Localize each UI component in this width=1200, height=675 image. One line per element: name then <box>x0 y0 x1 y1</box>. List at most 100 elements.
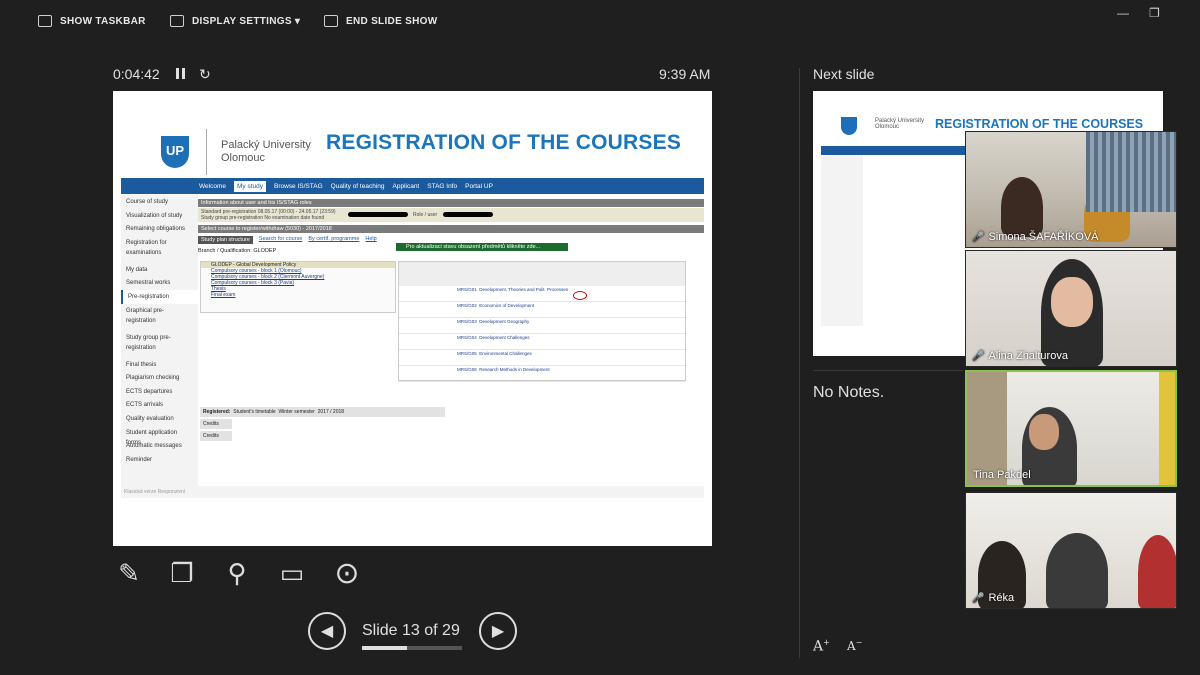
university-name: Palacký University Olomouc <box>875 118 925 130</box>
nav-browse: Browse IS/STAG <box>274 182 323 190</box>
sidebar-item: Course of study <box>126 199 169 205</box>
top-toolbar: SHOW TASKBAR DISPLAY SETTINGS ▾ END SLID… <box>0 0 1200 42</box>
next-slide-title: REGISTRATION OF THE COURSES <box>935 117 1144 131</box>
increase-font-button[interactable]: A+ <box>813 638 830 655</box>
participant-video <box>1001 177 1043 237</box>
zoom-icon[interactable]: ⚲ <box>220 556 254 590</box>
slide-progress <box>362 646 462 650</box>
window-blinds <box>1086 132 1176 212</box>
redaction <box>443 212 493 217</box>
video-tile[interactable]: 🎤 Réka <box>965 492 1177 609</box>
video-tile-active-speaker[interactable]: Tina Pakdel <box>965 370 1177 487</box>
next-slide-label: Next slide <box>813 66 875 82</box>
participant-face <box>1029 414 1059 450</box>
restart-timer-icon[interactable]: ↻ <box>199 66 211 83</box>
university-logo-icon: UP <box>161 136 189 168</box>
tab-certif: By certif. programme <box>308 236 360 242</box>
nav-portal: Portal UP <box>465 182 493 190</box>
taskbar-icon <box>38 15 52 27</box>
display-icon <box>170 15 184 27</box>
chevron-left-icon: ◀ <box>320 623 334 640</box>
display-settings-label: DISPLAY SETTINGS ▾ <box>192 15 301 27</box>
sidebar-item: Study group pre-registration <box>126 334 171 351</box>
sidebar-item: Reminder <box>126 456 153 463</box>
sidebar-item: Quality evaluation <box>126 415 174 422</box>
end-slide-show-button[interactable]: END SLIDE SHOW <box>324 15 437 27</box>
show-taskbar-button[interactable]: SHOW TASKBAR <box>38 15 146 27</box>
sidebar-item: ECTS departures <box>126 388 173 395</box>
end-slide-show-label: END SLIDE SHOW <box>346 15 438 27</box>
participant-name-tag: 🎤 Simona ŠAFAŘÍKOVÁ <box>972 231 1099 243</box>
more-options-icon[interactable]: ⊙ <box>330 556 364 590</box>
display-settings-button[interactable]: DISPLAY SETTINGS ▾ <box>170 15 300 27</box>
see-all-slides-icon[interactable]: ❐ <box>165 556 199 590</box>
sidebar-item-pre-registration: Pre-registration <box>121 289 198 304</box>
restore-icon[interactable]: ❐ <box>1149 6 1160 20</box>
sidebar-item: Automatic messages <box>126 443 182 450</box>
sidebar-item: Graphical pre-registration <box>126 307 165 324</box>
tab-help: Help <box>365 236 377 242</box>
nav-applicant: Applicant <box>392 182 420 190</box>
participant-video <box>1138 535 1176 608</box>
participant-name: Simona ŠAFAŘÍKOVÁ <box>988 231 1099 243</box>
participant-name-tag: 🎤 Réka <box>972 592 1014 604</box>
pen-tool-icon[interactable]: ✎ <box>112 556 146 590</box>
black-screen-icon[interactable]: ▭ <box>275 556 309 590</box>
course-code: MRS/G02 <box>457 303 477 308</box>
table-row: MRS/G06 Research Methods in Development <box>399 366 685 382</box>
nav-quality: Quality of teaching <box>330 182 385 190</box>
chevron-right-icon: ▶ <box>491 623 505 640</box>
slide-progress-fill <box>362 646 407 650</box>
stag-sidebar: Course of study Visualization of study R… <box>121 195 198 495</box>
next-slide-button[interactable]: ▶ <box>479 612 517 650</box>
nav-welcome: Welcome <box>199 182 226 190</box>
university-name: Palacký University Olomouc <box>221 139 311 164</box>
slide-title: REGISTRATION OF THE COURSES <box>326 131 682 154</box>
nav-stag-info: STAG Info <box>427 182 458 190</box>
table-row: MRS/G01 Development, Theories and Polit.… <box>399 286 685 302</box>
slide-counter[interactable]: Slide 13 of 29 <box>362 622 460 640</box>
select-bar: Select course to register/withdraw (5030… <box>198 225 704 233</box>
show-taskbar-label: SHOW TASKBAR <box>60 15 146 27</box>
course-name: Research Methods in Development <box>479 367 550 372</box>
decrease-font-button[interactable]: A− <box>847 638 862 653</box>
info-panel: Standard pre-registration 08.05.17 (00:0… <box>198 208 704 222</box>
course-code: MRS/G05 <box>457 351 477 356</box>
course-code: MRS/G03 <box>457 319 477 324</box>
participant-name: Tina Pakdel <box>973 469 1031 481</box>
participant-video <box>1046 533 1108 608</box>
decrease-font-label: A <box>847 639 856 653</box>
course-table: MRS/G01 Development, Theories and Polit.… <box>398 261 686 382</box>
sidebar-item: Remaining obligations <box>126 226 186 233</box>
sidebar-item: Semestral works <box>126 280 171 287</box>
registered-label: Registered: <box>203 409 231 415</box>
current-slide: UP Palacký University Olomouc REGISTRATI… <box>113 91 712 546</box>
elapsed-timer: 0:04:42 <box>113 66 160 82</box>
redaction <box>348 212 408 217</box>
sidebar-item: Student application forms <box>126 429 178 446</box>
course-code: MRS/G06 <box>457 367 477 372</box>
table-row: MRS/G04 Development Challenges <box>399 334 685 350</box>
credits-row: Credits <box>200 419 232 429</box>
university-logo-icon <box>841 117 857 135</box>
course-name: Development Geography <box>479 319 530 324</box>
credits-row: Credits <box>200 431 232 441</box>
course-block: Final exam <box>211 292 236 298</box>
pane-divider[interactable] <box>799 68 800 658</box>
end-show-icon <box>324 15 338 27</box>
video-tile[interactable]: 🎤 Simona ŠAFAŘÍKOVÁ <box>965 131 1177 248</box>
tab-study-plan: Study plan structure <box>198 236 253 244</box>
semester-select: Winter semester <box>278 409 315 415</box>
sidebar-item: Final thesis <box>126 361 157 368</box>
pause-icon[interactable] <box>176 68 185 79</box>
course-code: MRS/G04 <box>457 335 477 340</box>
muted-mic-icon: 🎤 <box>972 350 985 362</box>
sidebar-item: ECTS arrivals <box>126 402 164 409</box>
minimize-icon[interactable]: — <box>1117 6 1129 20</box>
participant-name-tag: Tina Pakdel <box>973 469 1031 481</box>
sidebar-item: Registration for examinations <box>126 239 167 256</box>
video-tile[interactable]: 🎤 Alina Zhalturova <box>965 250 1177 367</box>
previous-slide-button[interactable]: ◀ <box>308 612 346 650</box>
slide-footer: Klasická verze Responzivní <box>121 486 704 498</box>
course-name: Environmental Challenges <box>479 351 532 356</box>
